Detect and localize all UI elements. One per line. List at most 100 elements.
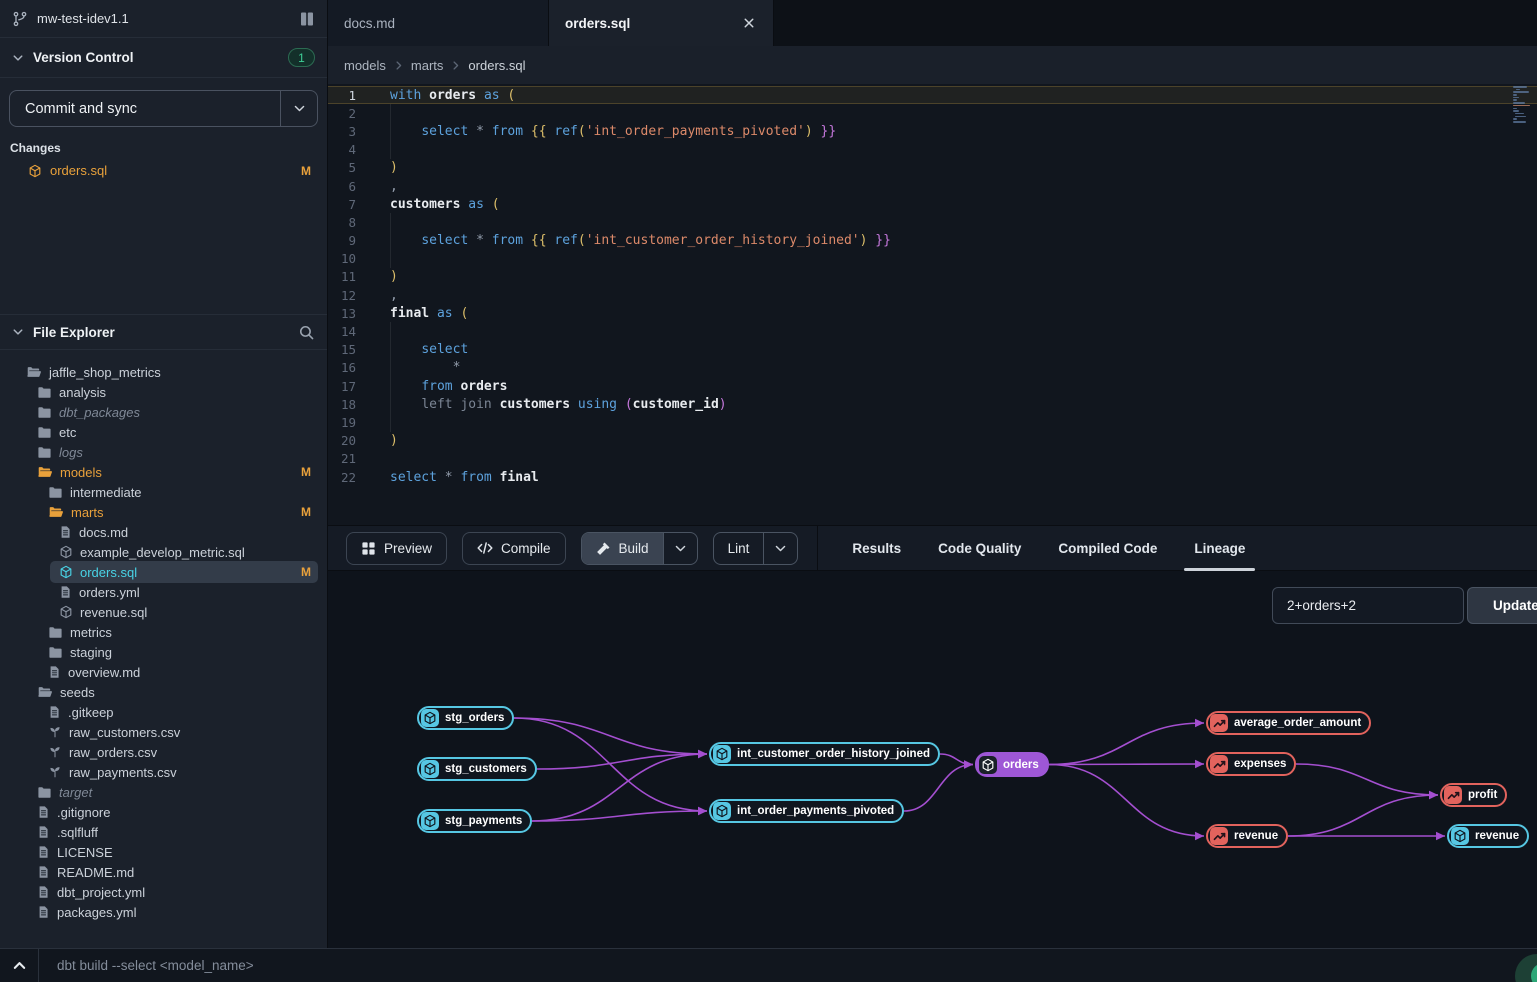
line-number: 16 bbox=[328, 360, 370, 375]
tree-item-label: .gitignore bbox=[57, 805, 110, 820]
compile-button[interactable]: Compile bbox=[462, 532, 566, 565]
tree-item-packages.yml[interactable]: packages.yml bbox=[0, 902, 327, 922]
changes-label: Changes bbox=[10, 141, 327, 155]
lint-button[interactable]: Lint bbox=[714, 533, 764, 564]
tab-compiled-code[interactable]: Compiled Code bbox=[1058, 525, 1157, 571]
breadcrumb-marts[interactable]: marts bbox=[411, 58, 444, 73]
commit-options-dropdown[interactable] bbox=[281, 91, 317, 126]
tree-item-label: marts bbox=[71, 505, 104, 520]
commit-button-label[interactable]: Commit and sync bbox=[10, 91, 280, 126]
code-line-1: 1with orders as ( bbox=[328, 86, 1537, 104]
tree-item-orders.sql[interactable]: orders.sqlM bbox=[0, 562, 327, 582]
tree-item-overview.md[interactable]: overview.md bbox=[0, 662, 327, 682]
line-number: 15 bbox=[328, 342, 370, 357]
tree-item-logs[interactable]: logs bbox=[0, 442, 327, 462]
panel-columns-icon[interactable] bbox=[299, 11, 315, 27]
tree-item-staging[interactable]: staging bbox=[0, 642, 327, 662]
tree-item-label: orders.yml bbox=[79, 585, 140, 600]
search-icon[interactable] bbox=[298, 324, 315, 341]
tree-item-label: intermediate bbox=[70, 485, 142, 500]
breadcrumb-models[interactable]: models bbox=[344, 58, 386, 73]
close-icon[interactable] bbox=[743, 17, 755, 29]
line-number: 4 bbox=[328, 142, 370, 157]
code-editor[interactable]: 1with orders as (23 select * from {{ ref… bbox=[328, 84, 1537, 525]
tree-item-example_develop_metric.sql[interactable]: example_develop_metric.sql bbox=[0, 542, 327, 562]
cube-icon bbox=[421, 709, 439, 727]
tree-item-dbt_packages[interactable]: dbt_packages bbox=[0, 402, 327, 422]
lineage-node-revenue_metric[interactable]: revenue bbox=[1206, 824, 1288, 848]
lineage-node-average_order_amount[interactable]: average_order_amount bbox=[1206, 711, 1371, 735]
tree-item-marts[interactable]: martsM bbox=[0, 502, 327, 522]
tree-item-label: etc bbox=[59, 425, 76, 440]
tree-item-dbt_project.yml[interactable]: dbt_project.yml bbox=[0, 882, 327, 902]
changed-file-label: orders.sql bbox=[50, 163, 107, 178]
tree-item-target[interactable]: target bbox=[0, 782, 327, 802]
tree-item-LICENSE[interactable]: LICENSE bbox=[0, 842, 327, 862]
chevron-down-icon bbox=[12, 52, 24, 64]
lint-options-dropdown[interactable] bbox=[763, 533, 797, 564]
build-button[interactable]: Build bbox=[582, 533, 663, 564]
file-icon bbox=[59, 585, 72, 599]
tab-lineage[interactable]: Lineage bbox=[1194, 525, 1245, 571]
tree-item-.gitignore[interactable]: .gitignore bbox=[0, 802, 327, 822]
chevron-up-icon[interactable] bbox=[0, 958, 38, 973]
tree-item-docs.md[interactable]: docs.md bbox=[0, 522, 327, 542]
code-line-13: 13final as ( bbox=[328, 304, 1537, 322]
tree-item-revenue.sql[interactable]: revenue.sql bbox=[0, 602, 327, 622]
tree-item-jaffle_shop_metrics[interactable]: jaffle_shop_metrics bbox=[0, 362, 327, 382]
lineage-node-profit[interactable]: profit bbox=[1440, 783, 1507, 807]
breadcrumb-orders-sql[interactable]: orders.sql bbox=[468, 58, 525, 73]
tree-item-raw_orders.csv[interactable]: raw_orders.csv bbox=[0, 742, 327, 762]
lineage-node-label: revenue bbox=[1234, 830, 1278, 842]
tree-item-seeds[interactable]: seeds bbox=[0, 682, 327, 702]
line-number: 1 bbox=[328, 88, 370, 103]
tab-code-quality[interactable]: Code Quality bbox=[938, 525, 1021, 571]
lineage-node-stg_orders[interactable]: stg_orders bbox=[417, 706, 514, 730]
tab-orders-sql[interactable]: orders.sql bbox=[549, 0, 774, 46]
folder-icon bbox=[48, 645, 63, 660]
lineage-node-stg_customers[interactable]: stg_customers bbox=[417, 757, 537, 781]
lineage-node-orders[interactable]: orders bbox=[975, 752, 1049, 777]
build-options-dropdown[interactable] bbox=[663, 533, 697, 564]
tree-item-raw_customers.csv[interactable]: raw_customers.csv bbox=[0, 722, 327, 742]
commit-and-sync-button[interactable]: Commit and sync bbox=[9, 90, 318, 127]
file-explorer-header[interactable]: File Explorer bbox=[0, 315, 327, 350]
lineage-node-expenses[interactable]: expenses bbox=[1206, 752, 1296, 776]
tree-item-orders.yml[interactable]: orders.yml bbox=[0, 582, 327, 602]
version-control-header[interactable]: Version Control 1 bbox=[0, 38, 327, 78]
update-graph-button[interactable]: Update G bbox=[1467, 587, 1537, 624]
preview-label: Preview bbox=[384, 541, 432, 556]
tree-item-intermediate[interactable]: intermediate bbox=[0, 482, 327, 502]
preview-button[interactable]: Preview bbox=[346, 532, 447, 565]
tree-item-.sqlfluff[interactable]: .sqlfluff bbox=[0, 822, 327, 842]
minimap[interactable] bbox=[1513, 86, 1535, 148]
folder-icon bbox=[37, 385, 52, 400]
lineage-node-int_customer_order_history_joined[interactable]: int_customer_order_history_joined bbox=[709, 742, 940, 766]
lineage-node-label: orders bbox=[1003, 759, 1039, 771]
tab-results[interactable]: Results bbox=[852, 525, 901, 571]
lineage-node-int_order_payments_pivoted[interactable]: int_order_payments_pivoted bbox=[709, 799, 904, 823]
lineage-node-revenue_model[interactable]: revenue bbox=[1447, 824, 1529, 848]
tab-label: docs.md bbox=[344, 16, 395, 31]
tree-item-metrics[interactable]: metrics bbox=[0, 622, 327, 642]
tree-item-README.md[interactable]: README.md bbox=[0, 862, 327, 882]
cube-icon bbox=[28, 164, 42, 178]
tree-item-etc[interactable]: etc bbox=[0, 422, 327, 442]
grid-icon bbox=[361, 541, 376, 556]
changed-file-orders-sql[interactable]: orders.sql M bbox=[0, 159, 327, 182]
tree-item-analysis[interactable]: analysis bbox=[0, 382, 327, 402]
tab-docs-md[interactable]: docs.md bbox=[328, 0, 549, 46]
file-icon bbox=[48, 705, 61, 719]
tree-item-raw_payments.csv[interactable]: raw_payments.csv bbox=[0, 762, 327, 782]
lineage-node-stg_payments[interactable]: stg_payments bbox=[417, 809, 532, 833]
command-input[interactable] bbox=[39, 949, 1537, 982]
branch-name: mw-test-idev1.1 bbox=[37, 11, 129, 26]
folder-open-icon bbox=[26, 365, 42, 380]
code-line-11: 11) bbox=[328, 268, 1537, 286]
cube-icon bbox=[59, 565, 73, 579]
trend-up-icon bbox=[1210, 755, 1228, 773]
lineage-selector-input[interactable] bbox=[1272, 587, 1464, 624]
cube-icon bbox=[1451, 827, 1469, 845]
tree-item-models[interactable]: modelsM bbox=[0, 462, 327, 482]
tree-item-.gitkeep[interactable]: .gitkeep bbox=[0, 702, 327, 722]
